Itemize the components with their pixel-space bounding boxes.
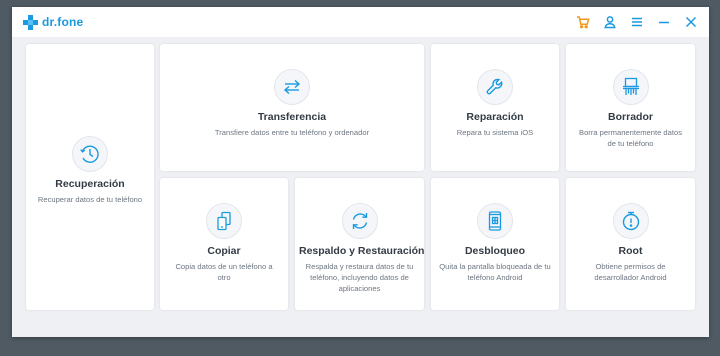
app-name: dr.fone (42, 15, 84, 29)
module-title: Reparación (466, 111, 524, 123)
clock-icon (72, 136, 108, 172)
sync-icon (341, 203, 378, 239)
module-title: Desbloqueo (464, 245, 526, 257)
title-bar: dr.fone (12, 7, 709, 37)
module-title: Respaldo y Restauración (299, 245, 425, 257)
module-title: Recuperación (55, 178, 125, 190)
phone-lock-icon (477, 203, 513, 239)
app-logo: dr.fone (23, 13, 83, 31)
module-root-card[interactable]: Root Obtiene permisos de desarrollador A… (566, 178, 695, 310)
module-description: Borra permanentemente datos de tu teléfo… (579, 128, 682, 148)
phone-copy-icon (206, 203, 242, 239)
module-description: Copia datos de un teléfono a otro (175, 262, 273, 282)
module-copiar-card[interactable]: Copiar Copia datos de un teléfono a otro (160, 178, 288, 310)
drfone-logo-icon (23, 14, 38, 30)
menu-icon[interactable] (627, 12, 647, 32)
app-window: dr.fone Recuperación Recuperar datos de … (12, 7, 709, 337)
minimize-icon[interactable] (654, 12, 674, 32)
module-transferencia-card[interactable]: Transferencia Transfiere datos entre tu … (160, 44, 424, 171)
shredder-icon (612, 69, 649, 105)
module-title: Borrador (608, 111, 653, 123)
close-icon[interactable] (681, 12, 701, 32)
module-description: Respalda y restaura datos de tu teléfono… (305, 262, 414, 293)
module-reparacion-card[interactable]: Reparación Repara tu sistema iOS (431, 44, 559, 171)
module-description: Quita la pantalla bloqueada de tu teléfo… (439, 262, 551, 282)
transfer-arrows-icon (274, 69, 310, 105)
module-description: Obtiene permisos de desarrollador Androi… (594, 262, 667, 282)
wrench-icon (477, 69, 513, 105)
module-respaldo-card[interactable]: Respaldo y Restauración Respalda y resta… (295, 178, 424, 310)
account-icon[interactable] (600, 12, 620, 32)
window-controls (566, 12, 701, 32)
cart-icon[interactable] (573, 12, 593, 32)
module-title: Transferencia (257, 111, 327, 123)
module-description: Recuperar datos de tu teléfono (37, 195, 143, 204)
module-title: Root (618, 245, 643, 257)
module-description: Repara tu sistema iOS (456, 128, 534, 137)
module-borrador-card[interactable]: Borrador Borra permanentemente datos de … (566, 44, 695, 171)
module-title: Copiar (207, 245, 241, 257)
root-timer-icon (612, 203, 649, 239)
module-description: Transfiere datos entre tu teléfono y ord… (214, 128, 370, 137)
module-desbloqueo-card[interactable]: Desbloqueo Quita la pantalla bloqueada d… (431, 178, 559, 310)
module-recuperacion-card[interactable]: Recuperación Recuperar datos de tu teléf… (26, 44, 154, 310)
